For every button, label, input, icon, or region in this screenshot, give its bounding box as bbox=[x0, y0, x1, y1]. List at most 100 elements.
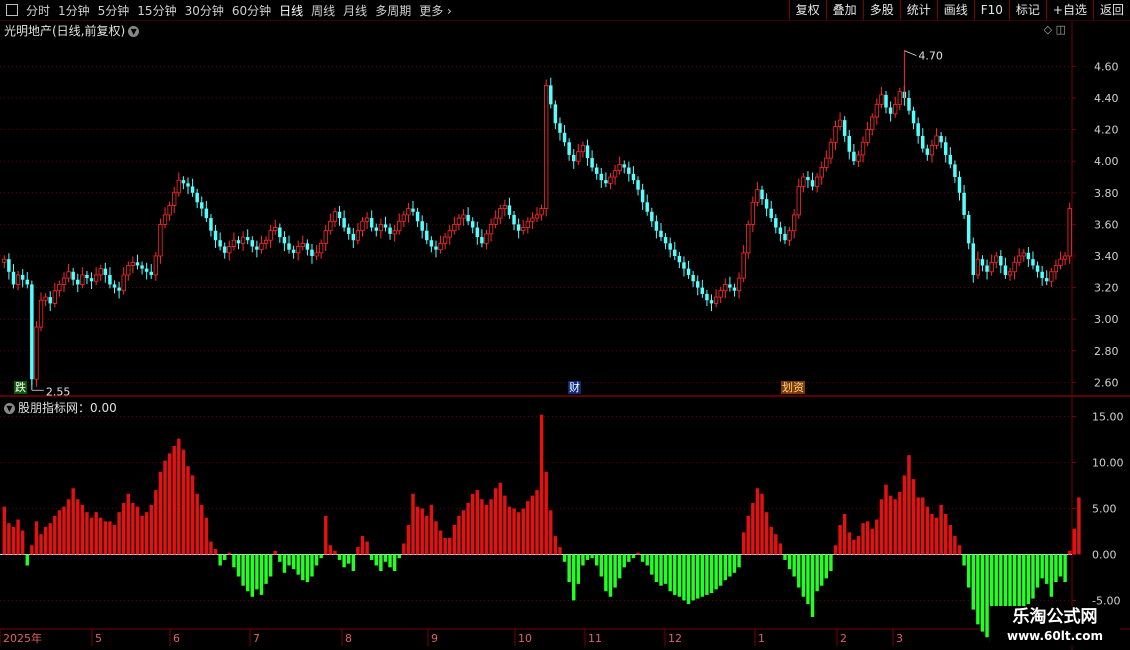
candle-body bbox=[934, 135, 939, 146]
candle-body bbox=[911, 110, 916, 124]
price-tick-label: 3.20 bbox=[1094, 282, 1119, 295]
candle-body bbox=[71, 271, 75, 280]
candle-body bbox=[158, 223, 163, 257]
candle-body bbox=[287, 243, 291, 250]
candle-body bbox=[15, 274, 21, 285]
candle-body bbox=[852, 151, 856, 162]
date-axis-label: 1 bbox=[758, 632, 765, 645]
candle-body bbox=[521, 227, 526, 232]
candle-body bbox=[627, 167, 631, 174]
candle-body bbox=[57, 284, 62, 292]
candle-body bbox=[502, 205, 507, 210]
candle-body bbox=[34, 326, 39, 380]
candle-body bbox=[108, 274, 112, 285]
candle-body bbox=[728, 284, 732, 288]
candle-body bbox=[231, 239, 237, 247]
candle-body bbox=[828, 141, 834, 159]
candle-body bbox=[406, 208, 411, 216]
candle-body bbox=[38, 299, 44, 328]
candle-body bbox=[112, 284, 117, 288]
candle-body bbox=[608, 176, 613, 184]
candle-body bbox=[874, 103, 879, 118]
candle-body bbox=[645, 202, 649, 212]
candle-body bbox=[580, 145, 586, 153]
candle-body bbox=[746, 223, 751, 254]
candle-body bbox=[718, 290, 723, 298]
candle-body bbox=[52, 290, 57, 304]
event-marker[interactable]: 划资 bbox=[781, 381, 805, 394]
candle-body bbox=[907, 98, 911, 111]
price-tick-label: 4.20 bbox=[1094, 124, 1119, 137]
date-axis-label: 7 bbox=[253, 632, 260, 645]
candle-body bbox=[884, 94, 888, 108]
candle-body bbox=[604, 180, 608, 184]
candle-body bbox=[282, 237, 287, 244]
candle-body bbox=[2, 258, 7, 263]
candle-body bbox=[126, 265, 131, 276]
candle-body bbox=[167, 205, 172, 216]
candle-body bbox=[411, 208, 415, 212]
candle-body bbox=[328, 220, 333, 232]
candle-body bbox=[314, 252, 319, 257]
candle-body bbox=[971, 243, 976, 275]
price-tick-label: 4.60 bbox=[1094, 60, 1119, 73]
candle-body bbox=[553, 104, 558, 124]
candle-body bbox=[1053, 265, 1059, 273]
candle-body bbox=[962, 192, 966, 215]
candle-body bbox=[181, 180, 186, 184]
candle-body bbox=[130, 261, 136, 266]
candle-body bbox=[760, 189, 764, 200]
candle-body bbox=[778, 227, 783, 234]
candle-body bbox=[342, 218, 346, 228]
candle-body bbox=[599, 173, 604, 181]
candle-body bbox=[162, 214, 168, 225]
candle-body bbox=[25, 279, 30, 285]
candle-body bbox=[493, 217, 498, 225]
candle-body bbox=[263, 239, 269, 244]
candle-body bbox=[135, 262, 140, 266]
candle-body bbox=[259, 242, 264, 251]
candle-body bbox=[695, 281, 700, 288]
candle-body bbox=[837, 119, 843, 127]
candle-body bbox=[650, 211, 654, 222]
candle-body bbox=[590, 158, 594, 168]
candle-body bbox=[43, 296, 48, 301]
candle-body bbox=[870, 116, 875, 131]
candle-body bbox=[103, 268, 108, 275]
candle-body bbox=[787, 230, 792, 241]
candle-body bbox=[1007, 271, 1013, 276]
candle-body bbox=[89, 278, 94, 282]
candle-body bbox=[999, 255, 1003, 266]
price-tick-label: 4.00 bbox=[1094, 155, 1119, 168]
candle-body bbox=[856, 154, 861, 162]
candle-body bbox=[897, 91, 902, 105]
candle-body bbox=[975, 258, 981, 276]
candle-body bbox=[250, 240, 255, 247]
candle-body bbox=[576, 151, 581, 162]
candle-body bbox=[810, 180, 815, 187]
date-axis-label: 5 bbox=[95, 632, 102, 645]
candle-body bbox=[420, 221, 424, 231]
candle-body bbox=[245, 237, 250, 241]
candle-body bbox=[622, 164, 626, 168]
candle-body bbox=[1044, 278, 1049, 282]
candle-body bbox=[117, 287, 121, 291]
candle-body bbox=[144, 268, 149, 272]
candle-body bbox=[819, 167, 824, 178]
candle-body bbox=[195, 192, 199, 203]
candle-body bbox=[388, 227, 392, 234]
cai-marker[interactable]: 财 bbox=[568, 381, 581, 394]
candle-body bbox=[447, 230, 452, 238]
candle-body bbox=[305, 243, 310, 250]
low-marker[interactable]: 跌 bbox=[14, 381, 27, 394]
candle-body bbox=[291, 249, 296, 253]
candle-body bbox=[278, 227, 282, 238]
indicator-tick-label: 5.00 bbox=[1092, 502, 1117, 515]
candle-body bbox=[764, 199, 769, 209]
date-axis-label: 3 bbox=[896, 632, 903, 645]
candle-body bbox=[323, 230, 328, 244]
candle-body bbox=[204, 208, 209, 219]
price-tick-label: 3.40 bbox=[1094, 250, 1119, 263]
candle-body bbox=[640, 189, 645, 203]
candle-body bbox=[980, 259, 985, 266]
